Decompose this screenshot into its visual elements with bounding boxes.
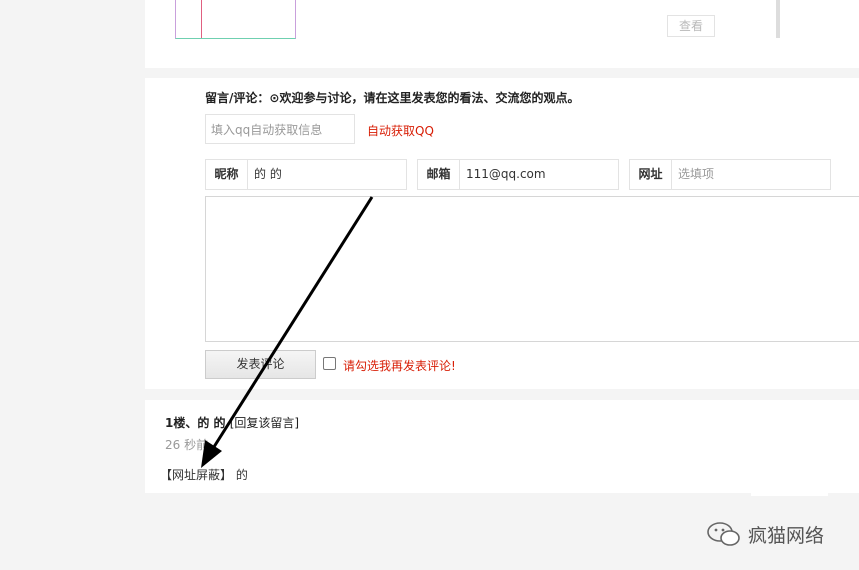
watermark-text: 疯猫网络 xyxy=(748,524,825,547)
watermark: 疯猫网络 xyxy=(706,520,824,548)
wechat-icon xyxy=(707,522,740,546)
annotation-arrow xyxy=(201,196,374,468)
